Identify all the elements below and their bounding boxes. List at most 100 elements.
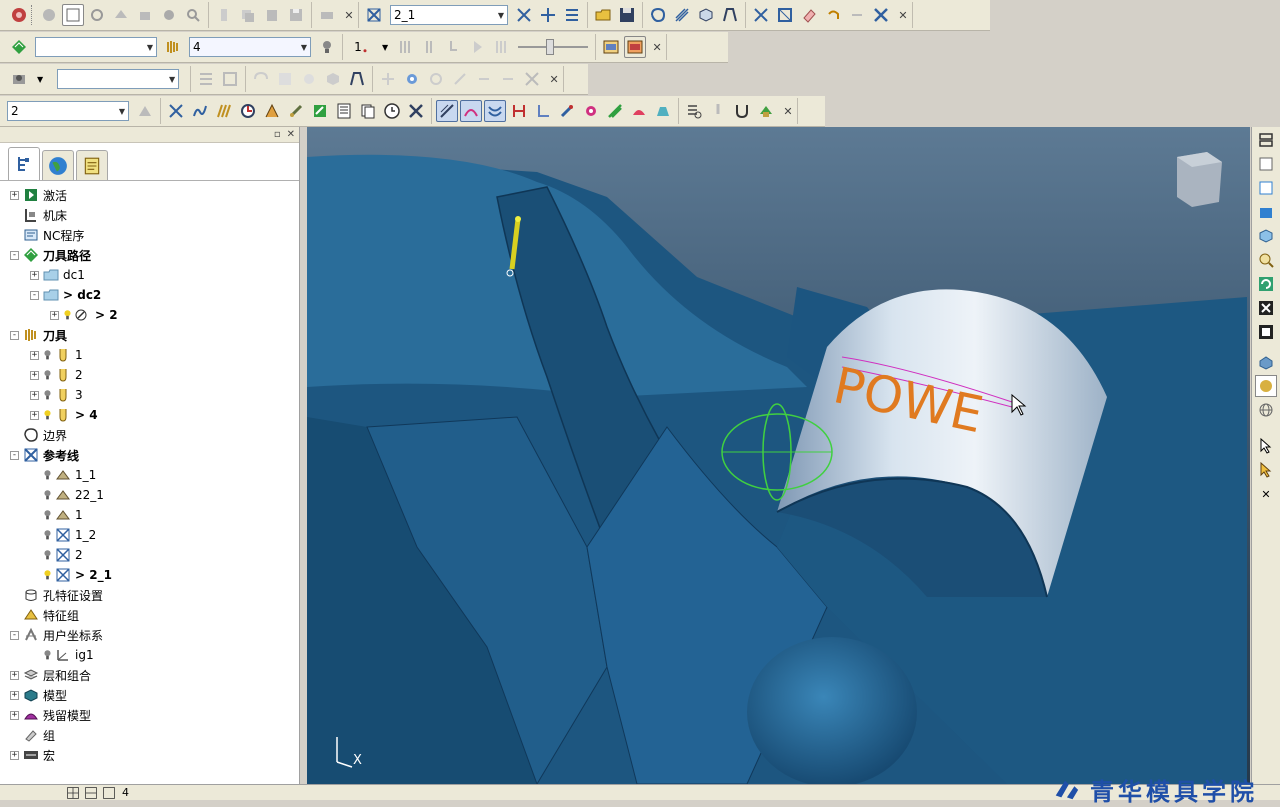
toolbar-close-icon[interactable]: ✕ [897,8,909,22]
view-iso1-icon[interactable] [1255,129,1277,151]
block-icon[interactable] [695,4,717,26]
tree-node[interactable]: +3 [0,385,299,405]
chevron-down-icon[interactable]: ▼ [37,75,43,84]
pattern-edit-icon[interactable] [537,4,559,26]
undo-icon[interactable] [822,4,844,26]
lightbulb-icon[interactable] [43,548,52,562]
view-left-icon[interactable] [1255,177,1277,199]
display-shaded-icon[interactable] [436,100,458,122]
tree-node[interactable]: 1_2 [0,525,299,545]
tree-node[interactable]: 孔特征设置 [0,585,299,605]
tree-node[interactable]: + > 4 [0,405,299,425]
lightbulb-icon[interactable] [43,468,52,482]
toolpath-select[interactable]: 2 ▼ [7,101,129,121]
toolbar-close-icon[interactable]: ✕ [782,104,794,118]
lightbulb-icon[interactable] [43,528,52,542]
tree-node[interactable]: + dc1 [0,265,299,285]
tree-node[interactable]: - > dc2 [0,285,299,305]
pattern-icon[interactable] [363,4,385,26]
collapse-icon[interactable]: - [10,630,19,640]
display-links-icon[interactable] [508,100,530,122]
view-top-icon[interactable] [110,4,132,26]
tree-node[interactable]: > 2_1 [0,565,299,585]
view-iso-cube-icon[interactable] [1255,225,1277,247]
copy-toolpath-icon[interactable] [357,100,379,122]
display-pattern-icon[interactable] [484,100,506,122]
expand-icon[interactable]: + [50,310,59,320]
tree-node[interactable]: +1 [0,345,299,365]
tab-explorer-tree[interactable] [8,147,40,180]
tree-node[interactable]: 组 [0,725,299,745]
collapse-icon[interactable]: - [10,450,19,460]
display-leads-icon[interactable] [532,100,554,122]
layer-select[interactable]: ▼ [35,37,157,57]
zoom-slider-thumb[interactable] [546,39,555,55]
zoom-slider[interactable] [518,37,589,57]
strategy-area-clear-icon[interactable] [237,100,259,122]
tree-node[interactable]: 边界 [0,425,299,445]
tree-node[interactable]: + 模型 [0,685,299,705]
expand-icon[interactable]: + [30,350,39,360]
step-forward-icon[interactable] [467,36,489,58]
lightbulb-icon[interactable] [43,568,52,582]
workplane-select[interactable]: ▼ [57,69,180,89]
tree-node[interactable]: + 残留模型 [0,705,299,725]
expand-icon[interactable]: + [30,390,39,400]
leads-links-icon[interactable] [719,4,741,26]
tree-node[interactable]: - 参考线 [0,445,299,465]
simulate-icon[interactable] [774,4,796,26]
thickness-icon[interactable]: 1 [347,36,375,58]
status-grid-icon[interactable] [66,786,80,800]
select-curve-icon[interactable] [298,68,320,90]
edit-icon[interactable] [213,4,235,26]
tree-node[interactable]: 1_1 [0,465,299,485]
expand-icon[interactable]: + [30,410,39,420]
close-icon[interactable]: ✕ [1255,483,1277,505]
setup-sheet-icon[interactable] [333,100,355,122]
view-side-icon[interactable] [158,4,180,26]
pin-icon[interactable]: ▫ [274,129,281,140]
lightbulb-icon[interactable] [316,36,338,58]
lightbulb-icon[interactable] [43,648,52,662]
toolpath-settings-icon[interactable] [134,100,156,122]
graphics-viewport[interactable]: POWE X [307,127,1250,784]
layer-icon[interactable] [8,36,30,58]
strategy-swarf-icon[interactable] [309,100,331,122]
plain-shade-icon[interactable] [1255,375,1277,397]
select-surface-icon[interactable] [274,68,296,90]
expand-icon[interactable]: + [30,370,39,380]
toolbar-close-icon[interactable]: ✕ [548,72,560,86]
tree-node[interactable]: + 激活 [0,185,299,205]
delete-pattern-icon[interactable] [870,4,892,26]
lightbulb-icon[interactable] [43,488,52,502]
strategy-pattern-icon[interactable] [165,100,187,122]
tree-node[interactable]: 2 [0,545,299,565]
lightbulb-icon[interactable] [43,348,52,362]
window-cascade-icon[interactable] [624,36,647,58]
status-grid-icon[interactable] [84,786,98,800]
feature-4-icon[interactable] [449,68,471,90]
step-back-icon[interactable] [419,36,441,58]
tree-node[interactable]: + 层和组合 [0,665,299,685]
display-rest-icon[interactable] [628,100,650,122]
close-icon[interactable]: ✕ [287,129,295,140]
chevron-down-icon[interactable]: ▼ [382,43,388,52]
tree-node[interactable]: 特征组 [0,605,299,625]
fit-icon[interactable] [1255,297,1277,319]
lightbulb-icon[interactable] [43,408,52,422]
delete-toolpath-icon[interactable] [405,100,427,122]
zoom-icon[interactable] [1255,249,1277,271]
model-save-icon[interactable] [219,68,241,90]
select-leads-icon[interactable] [346,68,368,90]
save-icon[interactable] [616,4,638,26]
tree-node[interactable]: - 用户坐标系 [0,625,299,645]
expand-icon[interactable]: + [10,670,19,680]
print-icon[interactable] [316,4,338,26]
display-toolpath-icon[interactable] [460,100,482,122]
collapse-icon[interactable]: - [10,330,19,340]
tree-node[interactable]: +2 [0,365,299,385]
tree-node[interactable]: - 刀具 [0,325,299,345]
tree-node[interactable]: NC程序 [0,225,299,245]
lightbulb-icon[interactable] [43,368,52,382]
tree-node[interactable]: - 刀具路径 [0,245,299,265]
